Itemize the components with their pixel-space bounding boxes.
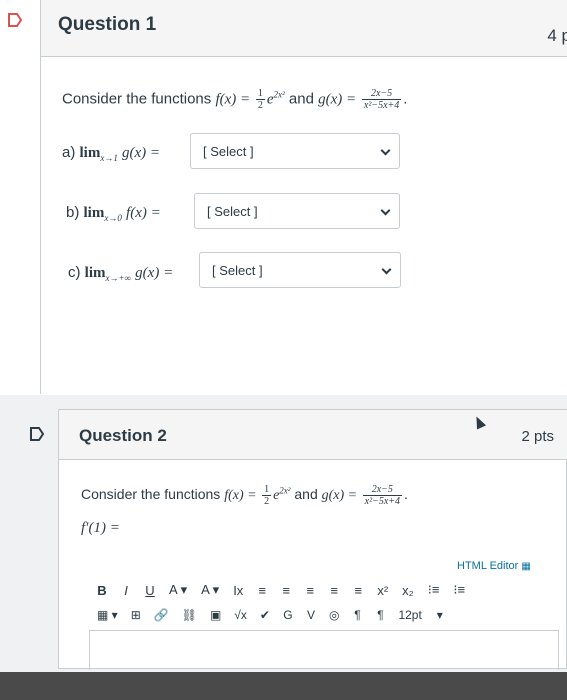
question-1-title: Question 1 (58, 14, 157, 35)
bottom-bar (0, 672, 567, 700)
underline-button[interactable]: U (145, 583, 155, 598)
rtl-icon[interactable]: ¶ (375, 608, 385, 622)
indent-button[interactable]: ≡ (329, 583, 339, 598)
question-2-prompt: f′(1) = (81, 520, 120, 536)
align-center-button[interactable]: ≡ (281, 583, 291, 598)
part-a-select[interactable]: [ Select ] (190, 133, 400, 169)
question-1: Question 1 4 p Consider the functions f(… (0, 0, 567, 395)
bold-button[interactable]: B (97, 583, 107, 598)
question-2-statement: Consider the functions f(x) = 1 2 e2x² and… (81, 484, 408, 507)
question-1-points: 4 p (547, 26, 567, 45)
editor-toolbar-row-1: B I U A ▾ A ▾ Ix ≡ ≡ ≡ ≡ ≡ x² x₂ ⁝≡ ⁝≡ (97, 582, 465, 598)
ltr-icon[interactable]: ¶ (352, 608, 362, 622)
g-fraction: 2x−5 x²−5x+4 (361, 88, 402, 111)
part-c-select[interactable]: [ Select ] (199, 252, 401, 288)
subscript-button[interactable]: x₂ (402, 583, 414, 598)
clear-format-button[interactable]: Ix (233, 583, 243, 598)
period: . (403, 90, 408, 108)
unlink-icon[interactable]: ⛓ (182, 608, 197, 622)
outdent-button[interactable]: ≡ (353, 583, 363, 598)
question-2-points: 2 pts (521, 428, 554, 445)
equation-icon[interactable]: √x (234, 608, 247, 622)
part-b-label: b) limx→0 f(x) = (66, 204, 161, 223)
question-1-statement: Consider the functions f(x) = 1 2 e2x² and… (62, 88, 407, 111)
table-icon[interactable]: ▦ ▾ (97, 608, 118, 622)
f-fraction: 12 (255, 88, 265, 111)
f-exponent: 2x² (273, 89, 285, 100)
font-size-select[interactable]: 12pt (398, 608, 421, 622)
part-a-label: a) limx→1 g(x) = (62, 144, 161, 163)
chevron-down-icon (380, 205, 391, 216)
editor-toolbar-row-2: ▦ ▾ ⊞ 🔗 ⛓ ▣ √x ✔ G V ◎ ¶ ¶ 12pt ▾ (97, 608, 445, 622)
google-icon[interactable]: G (283, 608, 293, 622)
statement-prefix: Consider the functions (62, 90, 212, 108)
bullet-list-button[interactable]: ⁝≡ (428, 582, 440, 598)
align-left-button[interactable]: ≡ (257, 583, 267, 598)
numbered-list-button[interactable]: ⁝≡ (453, 582, 465, 598)
question-2-header: Question 2 2 pts (59, 410, 567, 460)
media-icon[interactable]: ⊞ (131, 608, 141, 622)
f-exp-base: e (266, 91, 274, 108)
part-c-label: c) limx→+∞ g(x) = (68, 264, 174, 283)
font-size-dropdown-icon[interactable]: ▾ (435, 608, 445, 622)
part-b-select[interactable]: [ Select ] (194, 193, 400, 229)
chevron-down-icon (380, 145, 391, 156)
accessibility-check-icon[interactable]: ✔ (260, 608, 270, 622)
question-2-title: Question 2 (79, 426, 167, 445)
f-def: f(x) = (215, 91, 254, 108)
flag-question-icon[interactable] (6, 11, 24, 29)
g-def: g(x) = (318, 91, 360, 108)
question-2: Question 2 2 pts Consider the functions … (58, 409, 567, 670)
image-icon[interactable]: ▣ (210, 608, 221, 622)
text-color-button[interactable]: A ▾ (169, 582, 187, 598)
v-icon[interactable]: V (306, 608, 316, 622)
italic-button[interactable]: I (121, 583, 131, 598)
and-text: and (288, 90, 314, 108)
record-icon[interactable]: ◎ (329, 608, 339, 622)
superscript-button[interactable]: x² (377, 583, 388, 598)
flag-question-icon[interactable] (28, 425, 46, 443)
chevron-down-icon (381, 264, 392, 275)
keyboard-icon: ▦ (521, 561, 531, 572)
link-icon[interactable]: 🔗 (154, 608, 169, 622)
align-right-button[interactable]: ≡ (305, 583, 315, 598)
html-editor-link[interactable]: HTML Editor ▦ (457, 560, 531, 572)
answer-editor[interactable] (89, 630, 559, 670)
background-color-button[interactable]: A ▾ (201, 582, 219, 598)
